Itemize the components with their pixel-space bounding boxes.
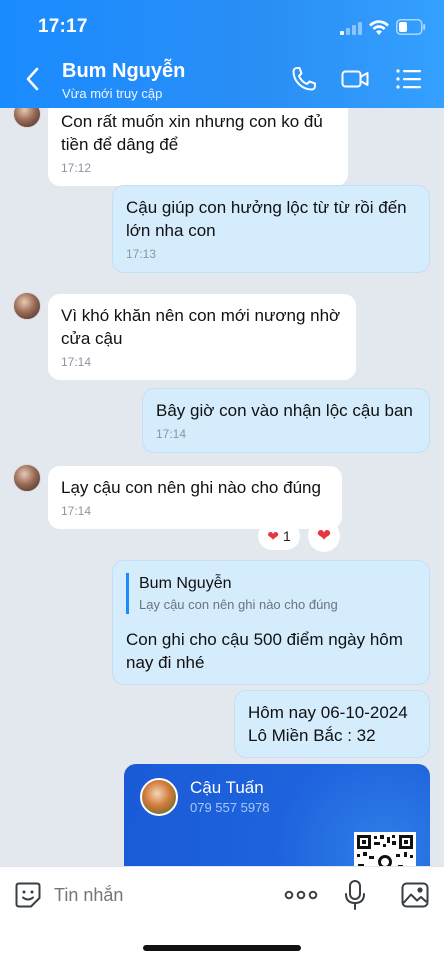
back-chevron-icon[interactable] <box>20 64 46 94</box>
message-bubble-outgoing[interactable]: Bây giờ con vào nhận lộc cậu ban 17:14 <box>142 388 430 453</box>
qr-code-icon <box>354 832 416 866</box>
reaction-summary[interactable]: ❤ 1 <box>258 522 300 550</box>
cellular-signal-icon <box>340 22 362 35</box>
react-button[interactable]: ❤ <box>308 520 340 552</box>
contact-avatar[interactable] <box>13 292 41 320</box>
message-text: nay đi nhé <box>126 653 205 672</box>
more-options-icon[interactable] <box>284 887 318 903</box>
card-contact-name: Cậu Tuấn <box>190 778 264 797</box>
message-list[interactable]: Con rất muốn xin nhưng con ko đủ tiền để… <box>0 108 444 866</box>
emoji-sticker-icon[interactable] <box>14 881 42 909</box>
reply-quote[interactable]: Bum Nguyễn Lạy cậu con nên ghi nào cho đ… <box>126 573 416 614</box>
chat-header: 17:17 Bum Nguyễn Vừa mới truy cập <box>0 0 444 108</box>
card-contact-phone: 079 557 5978 <box>190 800 270 815</box>
chat-nav-bar: Bum Nguyễn Vừa mới truy cập <box>0 54 444 108</box>
message-text: Lô Miền Bắc : 32 <box>248 726 376 745</box>
heart-icon: ❤ <box>267 527 279 544</box>
image-gallery-icon[interactable] <box>400 880 430 910</box>
phone-icon[interactable] <box>289 64 319 94</box>
message-text: Con rất muốn xin nhưng con ko đủ <box>61 112 323 131</box>
message-text: Vì khó khăn nên con mới nương nhờ <box>61 306 341 325</box>
message-time: 17:14 <box>156 427 187 441</box>
message-text: cửa cậu <box>61 329 123 348</box>
message-text: Con ghi cho cậu 500 điểm ngày hôm <box>126 630 403 649</box>
message-text: Cậu giúp con hưởng lộc từ từ rồi đến <box>126 198 407 217</box>
message-bubble-incoming[interactable]: Con rất muốn xin nhưng con ko đủ tiền để… <box>48 108 348 186</box>
message-time: 17:13 <box>126 247 157 261</box>
video-call-icon[interactable] <box>340 64 370 94</box>
card-avatar <box>140 778 178 816</box>
status-time: 17:17 <box>38 16 88 37</box>
message-bubble-outgoing[interactable]: Cậu giúp con hưởng lộc từ từ rồi đến lớn… <box>112 185 430 273</box>
status-bar: 17:17 <box>0 0 444 54</box>
wifi-icon <box>369 20 389 35</box>
reply-quote-text: Lạy cậu con nên ghi nào cho đúng <box>139 597 338 612</box>
contact-name[interactable]: Bum Nguyễn <box>62 60 185 83</box>
microphone-icon[interactable] <box>344 879 366 911</box>
home-indicator[interactable] <box>143 945 301 951</box>
reply-quote-name: Bum Nguyễn <box>139 575 232 592</box>
reaction-count: 1 <box>282 528 291 544</box>
message-composer <box>0 866 444 960</box>
message-input[interactable] <box>54 883 254 907</box>
message-bubble-incoming[interactable]: Lạy cậu con nên ghi nào cho đúng 17:14 <box>48 466 342 529</box>
message-time: 17:12 <box>61 161 92 175</box>
contact-card[interactable]: Cậu Tuấn 079 557 5978 <box>124 764 430 866</box>
heart-icon: ❤ <box>316 526 332 545</box>
message-text: Hôm nay 06-10-2024 <box>248 703 408 722</box>
message-time: 17:14 <box>61 355 92 369</box>
battery-icon <box>396 19 426 35</box>
contact-avatar[interactable] <box>13 108 41 128</box>
message-bubble-outgoing[interactable]: Hôm nay 06-10-2024 Lô Miền Bắc : 32 <box>234 690 430 758</box>
message-text: tiền để dâng để <box>61 135 179 154</box>
message-bubble-outgoing[interactable]: Bum Nguyễn Lạy cậu con nên ghi nào cho đ… <box>112 560 430 685</box>
contact-last-seen: Vừa mới truy cập <box>62 86 163 101</box>
contact-avatar[interactable] <box>13 464 41 492</box>
message-time: 17:14 <box>61 504 92 518</box>
message-text: Bây giờ con vào nhận lộc cậu ban <box>156 401 413 420</box>
message-bubble-incoming[interactable]: Vì khó khăn nên con mới nương nhờ cửa cậ… <box>48 294 356 380</box>
message-text: Lạy cậu con nên ghi nào cho đúng <box>61 478 321 497</box>
list-menu-icon[interactable] <box>394 64 424 94</box>
message-text: lớn nha con <box>126 221 216 240</box>
